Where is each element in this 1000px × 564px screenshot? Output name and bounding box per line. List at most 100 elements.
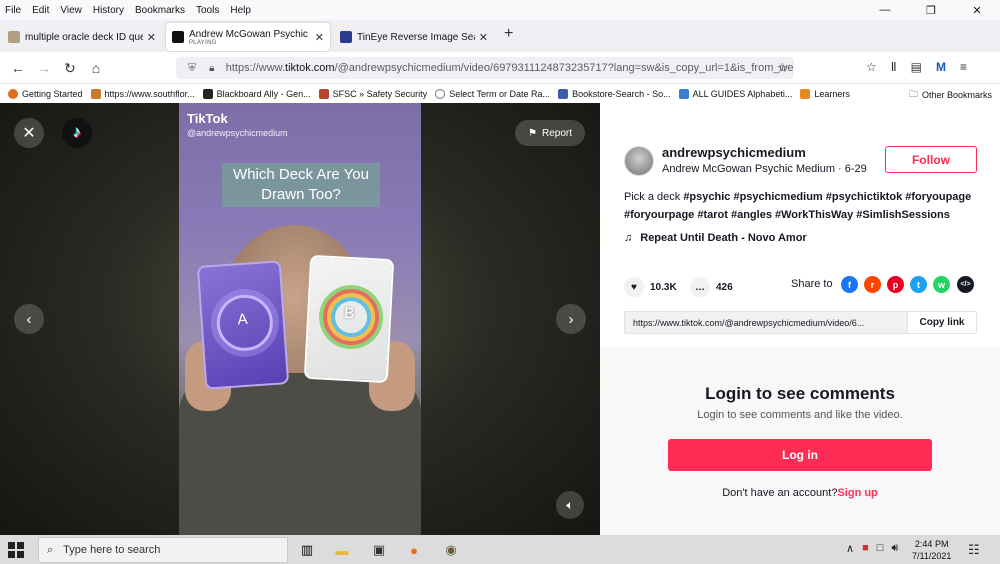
bookmark-item[interactable]: SFSC » Safety Security xyxy=(318,88,427,99)
login-button[interactable]: Log in xyxy=(668,439,932,471)
video-link-box: https://www.tiktok.com/@andrewpsychicmed… xyxy=(624,311,977,334)
tab-close-icon[interactable]: ✕ xyxy=(311,31,324,44)
home-icon[interactable]: ⌂ xyxy=(86,58,106,78)
tab-bar: multiple oracle deck ID question ✕ Andre… xyxy=(0,20,1000,52)
taskbar-search[interactable]: ⌕ Type here to search xyxy=(38,537,288,563)
new-tab-icon[interactable]: + xyxy=(504,25,513,43)
forward-icon[interactable]: → xyxy=(34,58,54,78)
pocket-icon[interactable]: ☆ xyxy=(866,60,877,74)
tab-title-group: Andrew McGowan Psychic Med PLAYING xyxy=(189,29,311,46)
embed-share-icon[interactable]: </> xyxy=(957,276,974,293)
login-title: Login to see comments xyxy=(705,384,895,403)
tiktok-favicon-icon xyxy=(172,31,184,43)
bookmark-label: Learners xyxy=(814,88,850,99)
bookmark-item[interactable]: Select Term or Date Ra... xyxy=(435,88,550,99)
tiktok-logo-icon[interactable]: ♪ xyxy=(62,118,92,148)
bookmark-favicon-icon xyxy=(8,88,18,99)
tab-tineye[interactable]: TinEye Reverse Image Search ✕ xyxy=(334,23,494,51)
reload-icon[interactable]: ↻ xyxy=(60,58,80,78)
taskbar: ⌕ Type here to search ▥ ▬ ▣ ● ◉ ∧ ■ □ 🔊︎… xyxy=(0,535,1000,564)
music-note-icon: ♫ xyxy=(624,232,633,244)
menu-bookmarks[interactable]: Bookmarks xyxy=(130,5,191,16)
menu-help[interactable]: Help xyxy=(225,5,257,16)
tray-app-icon[interactable]: ■ xyxy=(862,542,869,555)
follow-button[interactable]: Follow xyxy=(885,146,977,173)
volume-button[interactable]: 🔈︎ xyxy=(556,491,584,519)
store-icon[interactable]: ▣ xyxy=(370,541,388,559)
menu-history[interactable]: History xyxy=(88,5,130,16)
window-close-icon[interactable]: ✕ xyxy=(954,0,1000,20)
copy-link-button[interactable]: Copy link xyxy=(907,312,976,333)
url-bar[interactable]: ⛨ 🔒︎ https://www.tiktok.com/@andrewpsych… xyxy=(176,57,794,79)
music-info[interactable]: ♫ Repeat Until Death - Novo Amor xyxy=(624,232,807,244)
notifications-icon[interactable]: ☷ xyxy=(968,542,980,558)
bookmark-favicon-icon xyxy=(558,88,569,99)
signup-link[interactable]: Sign up xyxy=(837,487,877,499)
author-username[interactable]: andrewpsychicmedium xyxy=(662,145,806,160)
restore-icon[interactable]: ❐ xyxy=(908,0,954,20)
menu-view[interactable]: View xyxy=(55,5,88,16)
file-explorer-icon[interactable]: ▬ xyxy=(333,541,351,559)
library-icon[interactable]: Ⅱ xyxy=(891,60,897,74)
tab-oracle-deck[interactable]: multiple oracle deck ID question ✕ xyxy=(2,23,162,51)
music-title: Repeat Until Death - Novo Amor xyxy=(640,232,807,244)
comment-icon: … xyxy=(690,277,710,297)
tracking-shield-icon[interactable]: ⛨ xyxy=(186,62,198,74)
next-video-button[interactable]: › xyxy=(556,304,586,334)
menu-edit[interactable]: Edit xyxy=(27,5,55,16)
app-menu-icon[interactable]: ≡ xyxy=(960,60,967,74)
other-bookmarks[interactable]: 🗀︎ Other Bookmarks xyxy=(909,87,992,103)
video-player[interactable]: A B Which Deck Are You Drawn Too? TikTok… xyxy=(179,103,421,535)
watermark-handle: @andrewpsychicmedium xyxy=(187,128,288,138)
signup-prompt: Don't have an account?Sign up xyxy=(600,487,1000,499)
video-caption: Which Deck Are You Drawn Too? xyxy=(222,163,380,207)
bookmark-item[interactable]: Bookstore-Search - So... xyxy=(558,88,671,99)
comment-count: 426 xyxy=(716,281,733,293)
clock[interactable]: 2:44 PM 7/11/2021 xyxy=(912,538,951,562)
tab-close-icon[interactable]: ✕ xyxy=(475,31,488,44)
bookmark-item[interactable]: Getting Started xyxy=(8,88,83,99)
video-link-text[interactable]: https://www.tiktok.com/@andrewpsychicmed… xyxy=(625,318,907,328)
minimize-icon[interactable]: ― xyxy=(862,0,908,20)
bookmark-star-icon[interactable]: ☆ xyxy=(776,60,788,76)
volume-icon[interactable]: 🔊︎ xyxy=(891,542,898,555)
firefox-icon[interactable]: ● xyxy=(405,541,423,559)
bookmark-favicon-icon xyxy=(318,88,329,99)
tab-close-icon[interactable]: ✕ xyxy=(143,31,156,44)
lock-icon[interactable]: 🔒︎ xyxy=(206,62,218,74)
clock-date: 7/11/2021 xyxy=(912,551,952,561)
like-stat[interactable]: ♥ 10.3K xyxy=(624,277,677,297)
tab-tiktok[interactable]: Andrew McGowan Psychic Med PLAYING ✕ xyxy=(166,23,330,51)
comment-stat[interactable]: … 426 xyxy=(690,277,733,297)
twitter-share-icon[interactable]: t xyxy=(910,276,927,293)
facebook-share-icon[interactable]: f xyxy=(841,276,858,293)
description-lead: Pick a deck xyxy=(624,191,684,203)
avatar[interactable] xyxy=(624,146,654,176)
bookmark-label: ALL GUIDES Alphabeti... xyxy=(692,88,793,99)
heart-icon: ♥ xyxy=(624,277,644,297)
whatsapp-share-icon[interactable]: w xyxy=(933,276,950,293)
bookmark-item[interactable]: ALL GUIDES Alphabeti... xyxy=(678,88,793,99)
close-video-button[interactable]: ✕ xyxy=(14,118,44,148)
menu-file[interactable]: File xyxy=(0,5,27,16)
watermark-brand: TikTok xyxy=(187,111,228,126)
bookmark-label: Blackboard Ally - Gen... xyxy=(216,88,311,99)
task-view-icon[interactable]: ▥ xyxy=(298,541,316,559)
windows-start-icon[interactable] xyxy=(8,542,24,558)
bookmark-item[interactable]: Blackboard Ally - Gen... xyxy=(202,88,311,99)
app-icon[interactable]: ◉ xyxy=(442,541,460,559)
bookmark-item[interactable]: https://www.southflor... xyxy=(90,88,195,99)
chevron-up-icon[interactable]: ∧ xyxy=(846,542,854,555)
taskbar-search-placeholder: Type here to search xyxy=(63,544,161,556)
reddit-share-icon[interactable]: r xyxy=(864,276,881,293)
report-button[interactable]: ⚑ Report xyxy=(515,120,585,146)
menu-tools[interactable]: Tools xyxy=(191,5,225,16)
back-icon[interactable]: ← xyxy=(8,58,28,78)
network-icon[interactable]: □ xyxy=(877,542,884,555)
bookmark-item[interactable]: Learners xyxy=(800,88,850,99)
extension-icon[interactable]: M xyxy=(936,60,946,74)
tab-playing-label: PLAYING xyxy=(189,39,217,46)
sidebar-icon[interactable]: ▤ xyxy=(911,60,922,74)
previous-video-button[interactable]: ‹ xyxy=(14,304,44,334)
pinterest-share-icon[interactable]: p xyxy=(887,276,904,293)
